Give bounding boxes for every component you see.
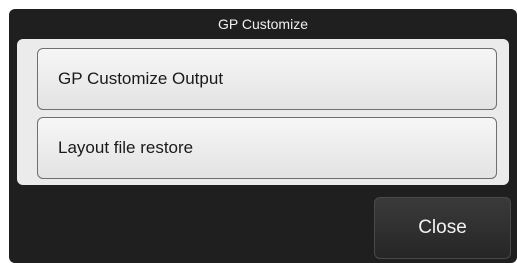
close-label: Close (418, 217, 467, 238)
gp-customize-dialog: GP Customize GP Customize Output Layout … (9, 9, 517, 263)
close-button[interactable]: Close (374, 197, 511, 259)
layout-file-restore-button[interactable]: Layout file restore (37, 117, 497, 179)
menu-panel: GP Customize Output Layout file restore (17, 39, 509, 185)
gp-customize-output-button[interactable]: GP Customize Output (37, 48, 497, 110)
layout-file-restore-label: Layout file restore (58, 138, 194, 157)
dialog-title: GP Customize (218, 16, 308, 32)
gp-customize-output-label: GP Customize Output (58, 69, 224, 88)
